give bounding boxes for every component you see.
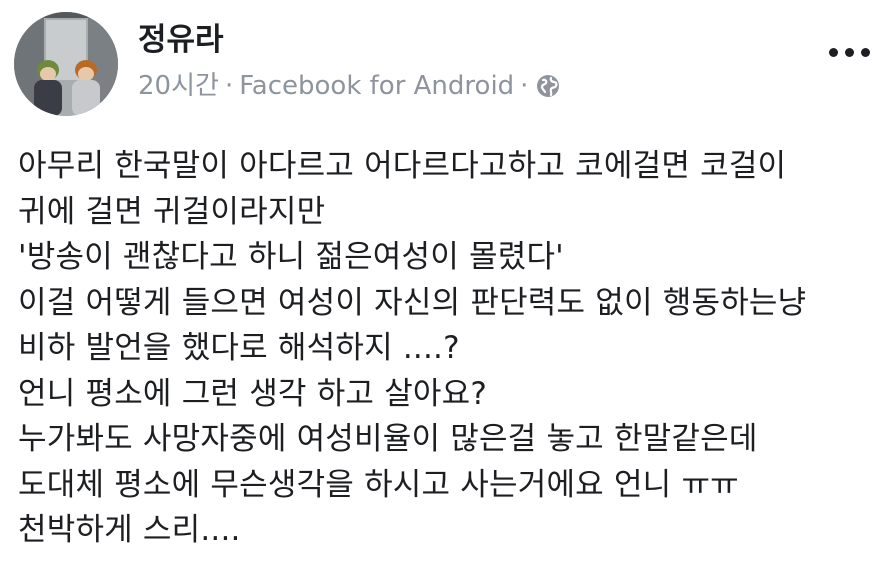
dot-icon bbox=[829, 48, 838, 57]
meta-separator: · bbox=[520, 71, 529, 101]
post-text-line: 귀에 걸면 귀걸이라지만 bbox=[18, 193, 326, 230]
post-text-line: 언니 평소에 그런 생각 하고 살아요? bbox=[18, 375, 488, 412]
post-source[interactable]: Facebook for Android bbox=[239, 70, 514, 102]
post-header: 정유라 20시간 · Facebook for Android · bbox=[14, 12, 879, 116]
avatar-photo bbox=[14, 12, 118, 116]
more-options-icon[interactable] bbox=[829, 42, 873, 62]
post-text-line: 이걸 어떻게 들으면 여성이 자신의 판단력도 없이 행동하는냥 bbox=[18, 284, 807, 321]
author-name[interactable]: 정유라 bbox=[138, 22, 224, 58]
post-text-line: 아무리 한국말이 아다르고 어다르다고하고 코에걸면 코걸이 bbox=[18, 148, 787, 184]
avatar[interactable] bbox=[14, 12, 118, 116]
meta-separator: · bbox=[224, 71, 234, 101]
post-body: 아무리 한국말이 아다르고 어다르다고하고 코에걸면 코걸이 귀에 걸면 귀걸이… bbox=[18, 144, 878, 554]
post-text-line: '방송이 괜찮다고 하니 젊은여성이 몰렸다' bbox=[18, 239, 564, 275]
post-text-line: 천박하게 스리.... bbox=[18, 512, 241, 548]
post-timestamp[interactable]: 20시간 bbox=[138, 70, 219, 102]
globe-icon[interactable] bbox=[536, 74, 560, 98]
facebook-post: 정유라 20시간 · Facebook for Android · 아무리 한국… bbox=[0, 0, 891, 562]
post-text-line: 비하 발언을 했다로 해석하지 ....? bbox=[18, 330, 460, 366]
post-meta: 20시간 · Facebook for Android · bbox=[138, 70, 560, 102]
post-text-line: 누가봐도 사망자중에 여성비율이 많은걸 놓고 한말같은데 bbox=[18, 421, 758, 457]
dot-icon bbox=[845, 48, 854, 57]
post-text-line: 도대체 평소에 무슨생각을 하시고 사는거에요 언니 ㅠㅠ bbox=[18, 466, 739, 503]
dot-icon bbox=[861, 48, 870, 57]
